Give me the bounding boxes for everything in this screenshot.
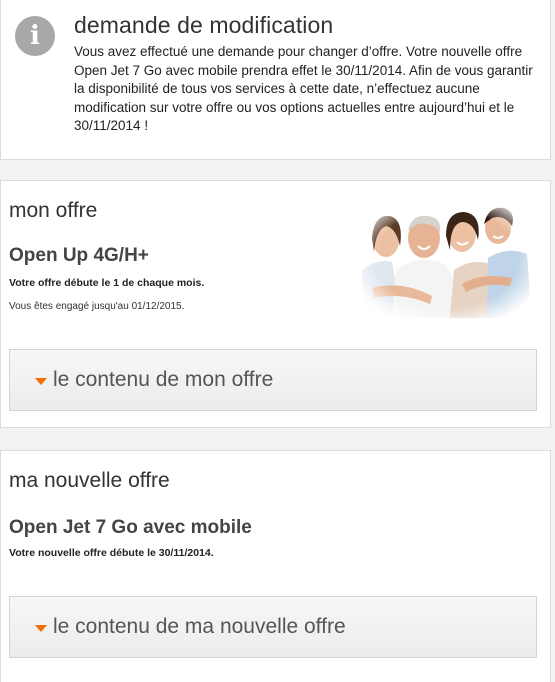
info-icon: i <box>15 16 55 56</box>
new-offer-name: Open Jet 7 Go avec mobile <box>9 517 252 538</box>
new-offer-expander-label: le contenu de ma nouvelle offre <box>53 615 346 638</box>
current-offer-commitment: Vous êtes engagé jusqu'au 01/12/2015. <box>9 301 185 312</box>
current-offer-expander-label: le contenu de mon offre <box>53 368 274 391</box>
notice-title: demande de modification <box>74 12 334 38</box>
current-offer-name: Open Up 4G/H+ <box>9 245 149 266</box>
current-offer-start: Votre offre débute le 1 de chaque mois. <box>9 277 205 289</box>
new-offer-section: ma nouvelle offre Open Jet 7 Go avec mob… <box>0 450 551 682</box>
new-offer-content-expander[interactable]: le contenu de ma nouvelle offre <box>9 596 537 658</box>
section-title-new-offer: ma nouvelle offre <box>9 469 170 492</box>
caret-down-icon <box>35 378 47 385</box>
family-photo <box>362 200 532 318</box>
caret-down-icon <box>35 625 47 632</box>
new-offer-start: Votre nouvelle offre débute le 30/11/201… <box>9 547 214 559</box>
section-title-current-offer: mon offre <box>9 199 98 222</box>
current-offer-content-expander[interactable]: le contenu de mon offre <box>9 349 537 411</box>
notice-body: Vous avez effectué une demande pour chan… <box>74 44 533 133</box>
modification-notice: i demande de modification Vous avez effe… <box>0 0 551 160</box>
